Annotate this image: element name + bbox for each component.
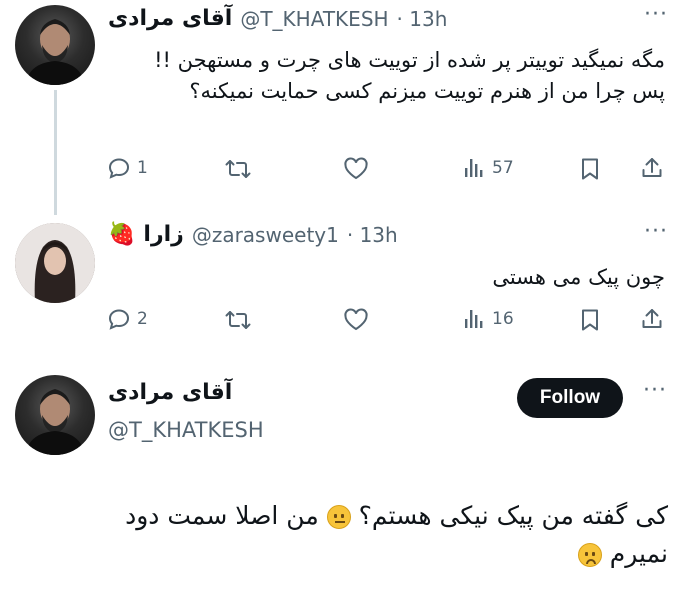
share-button[interactable] [640,156,664,180]
bookmark-button[interactable] [579,308,601,332]
tweet-header: 🍓 زارا @zarasweety1 · 13h [108,222,398,247]
display-name[interactable]: آقای مرادی [108,380,232,405]
tweet-text: چون پیک می هستی [492,265,665,289]
avatar[interactable] [15,5,95,85]
views-button[interactable]: 16 [462,307,514,331]
tweet-header: آقای مرادی @T_KHATKESH · 13h [108,6,447,31]
bookmark-icon [582,309,598,331]
reply-button[interactable]: 1 [107,156,148,180]
share-icon [642,158,662,177]
strawberry-icon: 🍓 [108,222,136,247]
views-icon [465,159,483,177]
share-button[interactable] [640,307,664,331]
more-icon[interactable]: ··· [644,219,668,244]
text-part2: من اصلا سمت دود [125,501,319,530]
display-name[interactable]: آقای مرادی [108,6,232,31]
retweet-icon [225,311,251,329]
bookmark-icon [582,158,598,180]
thread-line [54,90,57,215]
more-icon[interactable]: ··· [644,2,668,27]
views-icon [465,310,483,328]
more-icon[interactable]: ··· [643,378,667,403]
text-part3: نمیرم [609,539,668,568]
frowning-face-icon: 🙁 [577,543,602,567]
neutral-face-icon: 😐 [326,505,351,529]
view-count: 57 [492,158,514,178]
reply-button[interactable]: 2 [107,307,148,331]
share-icon [642,309,662,328]
display-name[interactable]: زارا [143,222,183,247]
view-count: 16 [492,309,514,329]
text-part1: کی گفته من پیک نیکی هستم؟ [358,501,668,530]
avatar-photo [25,389,85,455]
bookmark-button[interactable] [579,157,601,181]
like-button[interactable] [343,157,369,181]
reply-icon [108,158,130,179]
follow-button[interactable]: Follow [517,378,623,418]
like-icon [344,157,368,180]
handle[interactable]: @T_KHATKESH [108,418,264,442]
views-button[interactable]: 57 [462,156,514,180]
handle[interactable]: @T_KHATKESH [240,7,388,31]
handle[interactable]: @zarasweety1 [192,223,339,247]
reply-count: 2 [137,309,148,329]
like-button[interactable] [343,308,369,332]
retweet-button[interactable] [225,157,251,181]
main-tweet-text: کی گفته من پیک نیکی هستم؟ 😐 من اصلا سمت … [20,497,668,573]
retweet-icon [225,160,251,178]
avatar-photo [25,19,85,85]
tweet-text: مگه نمیگید توییتر پر شده از توییت های چر… [154,48,665,103]
reply-count: 1 [137,158,148,178]
avatar[interactable] [15,375,95,455]
reply-icon [108,309,130,330]
avatar[interactable] [15,223,95,303]
like-icon [344,308,368,331]
retweet-button[interactable] [225,308,251,332]
timestamp[interactable]: · 13h [347,223,398,247]
timestamp[interactable]: · 13h [397,7,448,31]
avatar-photo [15,223,95,303]
